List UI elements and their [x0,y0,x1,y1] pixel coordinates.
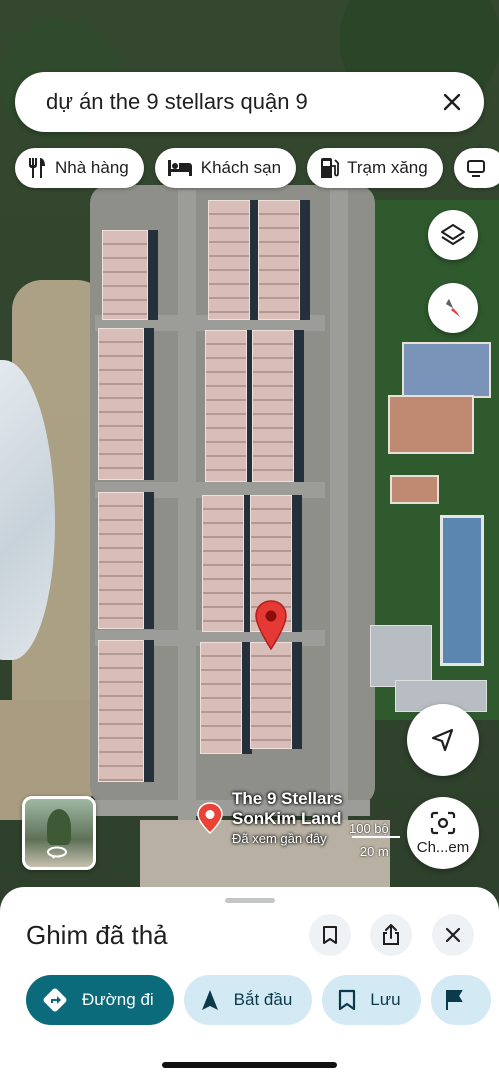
navigation-icon [201,990,218,1010]
scale-bar [352,836,400,838]
map-building [370,625,432,687]
dropped-pin-marker[interactable] [254,600,288,655]
map-court [390,475,439,504]
place-recent-note: Đã xem gần đây [232,831,327,846]
search-input[interactable]: dự án the 9 stellars quận 9 [46,89,432,115]
navigation-arrow-icon [431,728,454,752]
sheet-title: Ghim đã thả [26,920,168,950]
map-building-row [98,328,144,480]
map-pool [440,515,484,666]
place-subtitle: SonKim Land [232,809,342,828]
place-label[interactable]: The 9 Stellars SonKim Land Đã xem gần đâ… [232,789,343,849]
place-name: The 9 Stellars [232,789,343,808]
camera-icon [430,811,456,834]
map-building-row [98,492,144,629]
map-building-row [208,200,250,320]
thumbnail-image [47,809,71,845]
chip-gas-stations[interactable]: Trạm xăng [307,148,443,188]
camera-label: Ch...em [416,838,470,856]
map-building-row [252,330,294,482]
sheet-drag-handle[interactable] [225,898,275,903]
flag-icon [445,990,463,1010]
clear-search-button[interactable] [432,82,472,122]
scale-feet: 100 bộ [349,821,389,836]
compass-icon [446,299,460,317]
map-tennis-court [388,395,474,454]
start-button[interactable]: Bắt đầu [183,975,313,1025]
chip-hotels[interactable]: Khách sạn [154,148,297,188]
map-scale: 100 bộ 20 m [349,820,389,860]
share-button[interactable] [370,914,412,956]
map-building-row [258,200,300,320]
chip-label: Trạm xăng [347,158,428,177]
map-pin-icon [255,600,287,651]
bookmark-icon [323,926,337,944]
my-location-button[interactable] [407,704,479,776]
shopping-icon [466,160,485,177]
start-label: Bắt đầu [233,990,293,1009]
more-actions-button[interactable] [430,975,491,1025]
action-buttons: Đường đi Bắt đầu Lưu [26,975,491,1025]
restaurant-icon [29,158,45,178]
layers-button[interactable] [428,210,478,260]
place-pin-icon [197,802,223,835]
close-icon [445,927,461,943]
chip-restaurants[interactable]: Nhà hàng [15,148,144,188]
map-building-row [98,640,144,782]
home-indicator [162,1062,337,1068]
share-icon [383,924,399,945]
chip-label: Khách sạn [200,158,282,177]
street-view-thumbnail[interactable] [22,796,96,870]
layers-icon [441,224,465,245]
bottom-sheet[interactable]: Ghim đã thả Đường đi Bắt đầu Lưu [0,887,499,1080]
chip-more[interactable] [453,148,499,188]
map-building-row [200,642,242,754]
directions-button[interactable]: Đường đi [26,975,174,1025]
rotate-360-icon [47,846,67,859]
close-sheet-button[interactable] [432,914,474,956]
search-bar[interactable]: dự án the 9 stellars quận 9 [15,72,484,132]
camera-search-button[interactable]: Ch...em [407,797,479,869]
place-marker[interactable] [197,802,223,839]
save-label: Lưu [370,990,401,1009]
save-pin-button[interactable] [309,914,351,956]
map-building-row [205,330,247,482]
save-button[interactable]: Lưu [322,975,421,1025]
map-tennis-court [402,342,491,398]
map-building-row [250,642,292,749]
category-chips: Nhà hàng Khách sạn Trạm xăng [15,148,499,188]
hotel-icon [167,160,192,176]
map-building-row [202,495,244,632]
map-building-row [102,230,148,320]
chip-label: Nhà hàng [55,158,129,177]
compass-button[interactable] [428,283,478,333]
scale-meters: 20 m [359,844,389,859]
directions-label: Đường đi [82,990,154,1009]
directions-icon [43,988,67,1012]
gas-station-icon [321,158,339,178]
close-icon [443,93,461,111]
bookmark-icon [339,989,356,1011]
